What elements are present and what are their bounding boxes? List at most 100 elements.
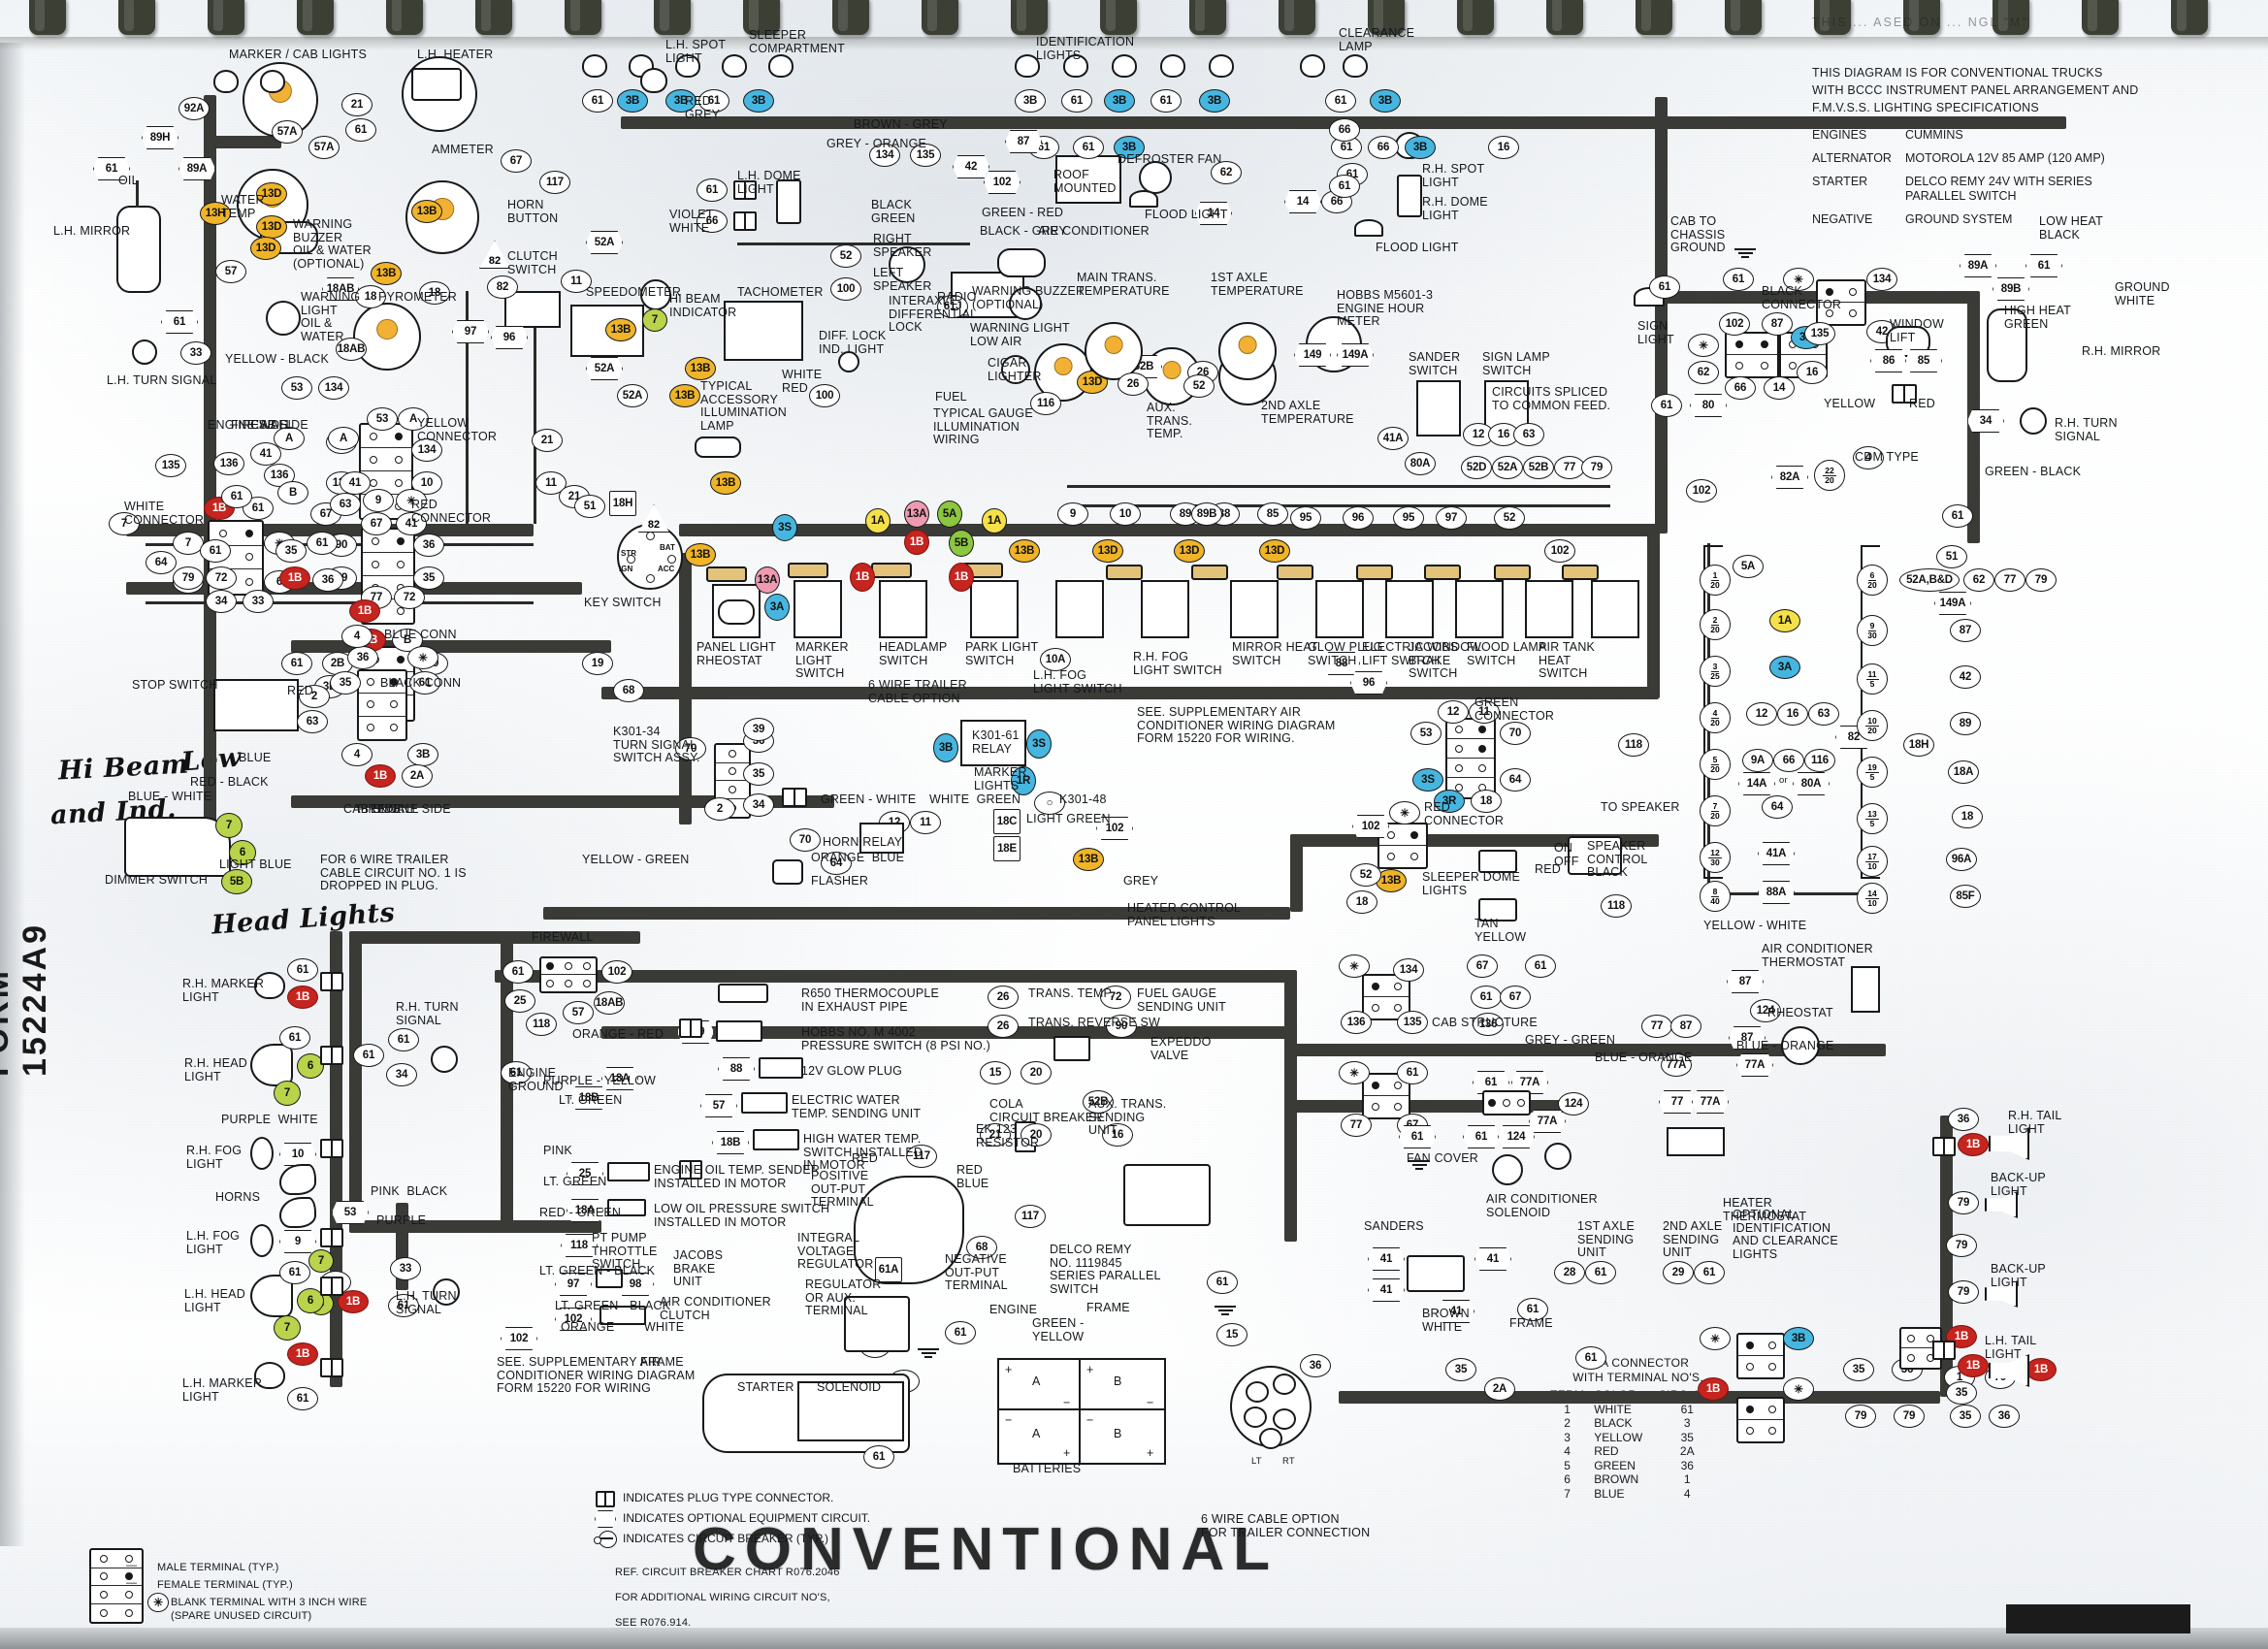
- sleeper-lamp-1: [582, 54, 607, 78]
- component-label: L.H. SPOT LIGHT: [665, 38, 727, 65]
- circuit-116-brk: 116: [1804, 749, 1835, 772]
- component-label: L.H. DOME LIGHT: [737, 169, 801, 196]
- circuit-18A-brk: 18A: [1948, 760, 1979, 784]
- hexagon-icon: [594, 1510, 616, 1528]
- component-label: 1ST AXLE SENDING UNIT: [1577, 1219, 1636, 1259]
- circuit-12-brk: 12: [1746, 702, 1777, 726]
- trailer-pin-2: [1273, 1408, 1296, 1430]
- lh-fog-light-switch[interactable]: [1055, 580, 1104, 638]
- component-label: PANEL LIGHT RHEOSTAT: [697, 640, 777, 667]
- ata-connector-lower: [1736, 1397, 1785, 1443]
- ata-table-row: 2 BLACK 3: [1550, 1416, 1726, 1431]
- circuit-52-diff: 52: [830, 244, 861, 268]
- circuit-5A-headlamp: 5A: [937, 501, 962, 528]
- breaker-2-20: 2 20: [1700, 609, 1731, 640]
- circuit-18E-relay: 18E: [993, 836, 1021, 861]
- binding-coil: [922, 0, 958, 35]
- ata-connector-table: ATA CONNECTOR WITH TERMINAL NO'S. TERM C…: [1550, 1356, 1726, 1501]
- rh-fog-light-switch[interactable]: [1141, 580, 1189, 638]
- component-label: FRAME: [1509, 1316, 1553, 1330]
- fuse-lhfog: [1106, 565, 1143, 580]
- trailer-pin-3: [1273, 1374, 1296, 1395]
- circuit-52-sleeper: 52: [1350, 863, 1381, 887]
- circuit-61-cab: 61: [1397, 1061, 1428, 1084]
- park-light-switch[interactable]: [970, 580, 1019, 638]
- air-tank-heat-switch[interactable]: [1591, 580, 1639, 638]
- ata-table-row: 4 RED 2A: [1550, 1444, 1726, 1459]
- circuit-B-eng: B: [277, 481, 308, 504]
- marker-cab-lamp-2: [260, 70, 285, 93]
- component-label: 2ND AXLE TEMPERATURE: [1261, 399, 1354, 426]
- component-label: DIMMER SWITCH: [105, 873, 209, 887]
- circuit-134-cab: 134: [1393, 958, 1424, 982]
- circuit-118-right: 118: [1618, 733, 1649, 757]
- component-label: SOLENOID: [817, 1380, 882, 1394]
- spec-desc-2: WITH BCCC INSTRUMENT PANEL ARRANGEMENT A…: [1812, 83, 2139, 97]
- marker-light-switch[interactable]: [794, 580, 842, 638]
- headlamp-switch[interactable]: [879, 580, 927, 638]
- ata-color: RED: [1594, 1444, 1619, 1458]
- component-label: R.H. FOG LIGHT: [186, 1144, 243, 1171]
- circuit-13D-sw4: 13D: [1259, 539, 1290, 563]
- circuit-53-green: 53: [1410, 722, 1442, 745]
- spec-label-negative: NEGATIVE: [1812, 212, 1873, 226]
- component-label: R.H. MARKER LIGHT: [182, 977, 265, 1004]
- wiring-diagram-page: THIS ... ASED ON ... NGL "M" THIS DIAGRA…: [0, 0, 2268, 1649]
- legend-symbols: INDICATES PLUG TYPE CONNECTOR. INDICATES…: [594, 1490, 1137, 1649]
- circuit-79-backup-2: 79: [1948, 1280, 1979, 1304]
- fuse-rheostat: [706, 566, 747, 582]
- binding-coil: [1011, 0, 1048, 35]
- key-switch[interactable]: STR BAT IGN ACC: [617, 524, 683, 590]
- binding-coil: [1725, 0, 1762, 35]
- component-label: FLOOD LAMP SWITCH: [1467, 640, 1547, 667]
- component-label: HOBBS NO. M 4002 PRESSURE SWITCH (8 PSI …: [801, 1025, 991, 1052]
- circuit-61-sp-frame: 61: [1207, 1271, 1238, 1294]
- component-label: L.H. HEAD LIGHT: [184, 1287, 245, 1314]
- blank-term-rc: ✳: [1389, 801, 1420, 824]
- component-label: HOBBS M5601-3 ENGINE HOUR METER: [1337, 288, 1434, 328]
- circuit-88-sensor: 88: [718, 1057, 755, 1081]
- harness-stop-switch-run: [0, 320, 175, 329]
- circuit-66-black: 66: [1725, 376, 1756, 400]
- harness-front-vertical: [330, 931, 342, 1387]
- binding-coil: [1189, 0, 1226, 35]
- component-label: BLUE - ORANGE: [1595, 1051, 1693, 1064]
- component-label: CLUTCH SWITCH: [507, 249, 558, 276]
- circuit-88A-brk: 88A: [1758, 881, 1795, 904]
- mirror-heat-switch[interactable]: [1230, 580, 1279, 638]
- circuit-96A-brk: 96A: [1946, 848, 1977, 871]
- ata-circuit: 1: [1683, 1472, 1691, 1486]
- glow-plug-switch[interactable]: [1315, 580, 1364, 638]
- circuit-35-mid: 35: [275, 539, 307, 563]
- component-label: GREY - ORANGE: [826, 137, 927, 150]
- binding-coil: [297, 0, 334, 35]
- component-label: GREY: [1123, 874, 1159, 888]
- circuit-5B-dimmer: 5B: [221, 869, 252, 894]
- circuit-13B-heater: 13B: [1073, 848, 1104, 871]
- circuit-102-sw: 102: [1544, 539, 1575, 563]
- circuit-34-turn: 34: [743, 793, 774, 817]
- blank-term-trailer: ✳: [407, 646, 438, 669]
- circuit-7-lh-fog: 7: [308, 1249, 334, 1273]
- breaker-or-label: or: [1779, 775, 1788, 786]
- spec-label-alternator: ALTERNATOR: [1812, 151, 1892, 165]
- harness-chassis-run-2: [1284, 1100, 1575, 1113]
- component-label: SEE. SUPPLEMENTARY AIR CONDITIONER WIRIN…: [1137, 705, 1336, 745]
- circuit-35-trailer: 35: [330, 671, 361, 695]
- sander-switch[interactable]: [1416, 380, 1461, 436]
- circuit-14-b: 14: [1284, 190, 1321, 213]
- battery-b-label-2: B: [1114, 1427, 1122, 1440]
- circuit-61-mid: 61: [307, 532, 338, 555]
- component-label: ORANGE: [561, 1320, 615, 1334]
- breaker-8-40: 8 40: [1700, 881, 1731, 912]
- circuit-61-blue: 61: [281, 652, 312, 675]
- electric-window-lift-switch[interactable]: [1385, 580, 1434, 638]
- circuit-61-sign: 61: [1651, 394, 1682, 417]
- circuit-3B-roof-4: 3B: [1015, 89, 1046, 113]
- circuit-61-eng: 61: [221, 485, 252, 508]
- jacobs-brake-switch[interactable]: [1455, 580, 1504, 638]
- flood-lamp-switch[interactable]: [1525, 580, 1573, 638]
- component-label: PT PUMP THROTTLE SWITCH: [592, 1231, 658, 1271]
- circuit-1B-headlamp-2: 1B: [904, 530, 929, 555]
- circuit-35-ata-left: 35: [1445, 1358, 1476, 1381]
